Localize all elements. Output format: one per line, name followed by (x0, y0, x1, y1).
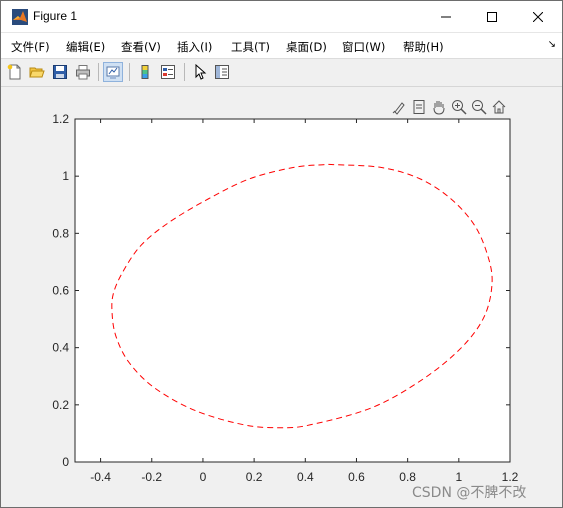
y-tick-label: 0.8 (52, 226, 69, 240)
x-tick-label: 0 (200, 470, 207, 484)
x-tick-label: 0.6 (348, 470, 365, 484)
x-tick-label: -0.4 (90, 470, 111, 484)
axes-background (74, 118, 511, 463)
x-tick-label: -0.2 (141, 470, 162, 484)
figure-window: Figure 1 文件(F) 编辑(E) 查看(V) 插入(I) 工具(T) 桌… (0, 0, 563, 508)
x-tick-label: 0.2 (246, 470, 263, 484)
y-tick-label: 0 (62, 455, 69, 469)
y-tick-label: 1.2 (52, 112, 69, 126)
y-tick-label: 1 (62, 169, 69, 183)
watermark-text: CSDN @不脾不改 (412, 485, 527, 501)
plot-canvas[interactable]: -0.4 -0.2 0 0.2 0.4 0.6 0.8 1 1.2 00.20.40.60.81… (1, 1, 562, 507)
x-tick-label: 0.4 (297, 470, 314, 484)
y-tick-label: 0.4 (52, 341, 69, 355)
y-tick-label: 0.2 (52, 398, 69, 412)
y-tick-label: 0.6 (52, 284, 69, 298)
